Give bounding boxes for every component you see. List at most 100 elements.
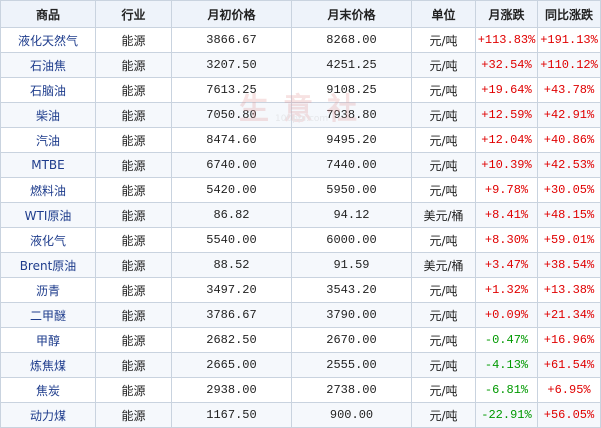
industry-cell: 能源 xyxy=(95,177,172,203)
product-name-link[interactable]: WTI原油 xyxy=(0,202,96,228)
yoy-change-cell: +56.05% xyxy=(537,402,601,428)
monthly-change-cell: +0.09% xyxy=(475,302,538,328)
yoy-change-cell: +21.34% xyxy=(537,302,601,328)
unit-cell: 元/吨 xyxy=(411,227,476,253)
start-price-cell: 7050.80 xyxy=(171,102,292,128)
start-price-cell: 2665.00 xyxy=(171,352,292,378)
col-header-industry: 行业 xyxy=(95,0,172,28)
product-name-link[interactable]: 石脑油 xyxy=(0,77,96,103)
table-row: MTBE 能源 6740.00 7440.00 元/吨 +10.39% +42.53% xyxy=(0,152,601,178)
table-row: 焦炭 能源 2938.00 2738.00 元/吨 -6.81% +6.95% xyxy=(0,377,601,403)
industry-cell: 能源 xyxy=(95,202,172,228)
start-price-cell: 3786.67 xyxy=(171,302,292,328)
table-row: 动力煤 能源 1167.50 900.00 元/吨 -22.91% +56.05% xyxy=(0,402,601,428)
product-name-link[interactable]: 液化气 xyxy=(0,227,96,253)
unit-cell: 美元/桶 xyxy=(411,252,476,278)
end-price-cell: 3543.20 xyxy=(291,277,412,303)
product-name-link[interactable]: 燃料油 xyxy=(0,177,96,203)
product-name-link[interactable]: MTBE xyxy=(0,152,96,178)
product-name-link[interactable]: 焦炭 xyxy=(0,377,96,403)
product-name-link[interactable]: 柴油 xyxy=(0,102,96,128)
yoy-change-cell: +16.96% xyxy=(537,327,601,353)
start-price-cell: 88.52 xyxy=(171,252,292,278)
table-row: 炼焦煤 能源 2665.00 2555.00 元/吨 -4.13% +61.54% xyxy=(0,352,601,378)
price-change-table-container: 商品 行业 月初价格 月末价格 单位 月涨跌 同比涨跌 液化天然气 能源 3866.… xyxy=(0,0,601,428)
yoy-change-cell: +38.54% xyxy=(537,252,601,278)
unit-cell: 元/吨 xyxy=(411,302,476,328)
unit-cell: 元/吨 xyxy=(411,277,476,303)
unit-cell: 元/吨 xyxy=(411,352,476,378)
table-row: 石脑油 能源 7613.25 9108.25 元/吨 +19.64% +43.78% xyxy=(0,77,601,103)
end-price-cell: 3790.00 xyxy=(291,302,412,328)
end-price-cell: 5950.00 xyxy=(291,177,412,203)
monthly-change-cell: +12.59% xyxy=(475,102,538,128)
end-price-cell: 9108.25 xyxy=(291,77,412,103)
unit-cell: 美元/桶 xyxy=(411,202,476,228)
product-name-link[interactable]: 炼焦煤 xyxy=(0,352,96,378)
industry-cell: 能源 xyxy=(95,152,172,178)
product-name-link[interactable]: 汽油 xyxy=(0,127,96,153)
start-price-cell: 5540.00 xyxy=(171,227,292,253)
yoy-change-cell: +191.13% xyxy=(537,27,601,53)
col-header-start-price: 月初价格 xyxy=(171,0,292,28)
unit-cell: 元/吨 xyxy=(411,127,476,153)
unit-cell: 元/吨 xyxy=(411,402,476,428)
product-name-link[interactable]: 甲醇 xyxy=(0,327,96,353)
industry-cell: 能源 xyxy=(95,227,172,253)
industry-cell: 能源 xyxy=(95,402,172,428)
unit-cell: 元/吨 xyxy=(411,152,476,178)
table-row: Brent原油 能源 88.52 91.59 美元/桶 +3.47% +38.54% xyxy=(0,252,601,278)
end-price-cell: 4251.25 xyxy=(291,52,412,78)
product-name-link[interactable]: 动力煤 xyxy=(0,402,96,428)
monthly-change-cell: +8.30% xyxy=(475,227,538,253)
start-price-cell: 2682.50 xyxy=(171,327,292,353)
product-name-link[interactable]: 石油焦 xyxy=(0,52,96,78)
yoy-change-cell: +42.53% xyxy=(537,152,601,178)
yoy-change-cell: +59.01% xyxy=(537,227,601,253)
start-price-cell: 1167.50 xyxy=(171,402,292,428)
industry-cell: 能源 xyxy=(95,327,172,353)
product-name-link[interactable]: 二甲醚 xyxy=(0,302,96,328)
start-price-cell: 7613.25 xyxy=(171,77,292,103)
monthly-change-cell: +19.64% xyxy=(475,77,538,103)
table-row: 沥青 能源 3497.20 3543.20 元/吨 +1.32% +13.38% xyxy=(0,277,601,303)
end-price-cell: 8268.00 xyxy=(291,27,412,53)
yoy-change-cell: +43.78% xyxy=(537,77,601,103)
monthly-change-cell: +8.41% xyxy=(475,202,538,228)
end-price-cell: 2738.00 xyxy=(291,377,412,403)
yoy-change-cell: +48.15% xyxy=(537,202,601,228)
start-price-cell: 2938.00 xyxy=(171,377,292,403)
table-header-row: 商品 行业 月初价格 月末价格 单位 月涨跌 同比涨跌 xyxy=(0,0,601,28)
industry-cell: 能源 xyxy=(95,77,172,103)
industry-cell: 能源 xyxy=(95,377,172,403)
table-row: 石油焦 能源 3207.50 4251.25 元/吨 +32.54% +110.12% xyxy=(0,52,601,78)
monthly-change-cell: -6.81% xyxy=(475,377,538,403)
unit-cell: 元/吨 xyxy=(411,77,476,103)
yoy-change-cell: +42.91% xyxy=(537,102,601,128)
col-header-monthly-change: 月涨跌 xyxy=(475,0,538,28)
end-price-cell: 7938.80 xyxy=(291,102,412,128)
industry-cell: 能源 xyxy=(95,102,172,128)
end-price-cell: 94.12 xyxy=(291,202,412,228)
unit-cell: 元/吨 xyxy=(411,52,476,78)
product-name-link[interactable]: 液化天然气 xyxy=(0,27,96,53)
start-price-cell: 6740.00 xyxy=(171,152,292,178)
product-name-link[interactable]: 沥青 xyxy=(0,277,96,303)
end-price-cell: 6000.00 xyxy=(291,227,412,253)
table-body: 液化天然气 能源 3866.67 8268.00 元/吨 +113.83% +191.13%… xyxy=(0,27,601,428)
monthly-change-cell: +1.32% xyxy=(475,277,538,303)
table-row: 燃料油 能源 5420.00 5950.00 元/吨 +9.78% +30.05% xyxy=(0,177,601,203)
end-price-cell: 900.00 xyxy=(291,402,412,428)
col-header-end-price: 月末价格 xyxy=(291,0,412,28)
monthly-change-cell: +12.04% xyxy=(475,127,538,153)
yoy-change-cell: +13.38% xyxy=(537,277,601,303)
industry-cell: 能源 xyxy=(95,277,172,303)
monthly-change-cell: +113.83% xyxy=(475,27,538,53)
table-row: 液化气 能源 5540.00 6000.00 元/吨 +8.30% +59.01% xyxy=(0,227,601,253)
monthly-change-cell: -0.47% xyxy=(475,327,538,353)
table-row: 液化天然气 能源 3866.67 8268.00 元/吨 +113.83% +191.13% xyxy=(0,27,601,53)
product-name-link[interactable]: Brent原油 xyxy=(0,252,96,278)
col-header-product: 商品 xyxy=(0,0,96,28)
industry-cell: 能源 xyxy=(95,127,172,153)
monthly-change-cell: +32.54% xyxy=(475,52,538,78)
